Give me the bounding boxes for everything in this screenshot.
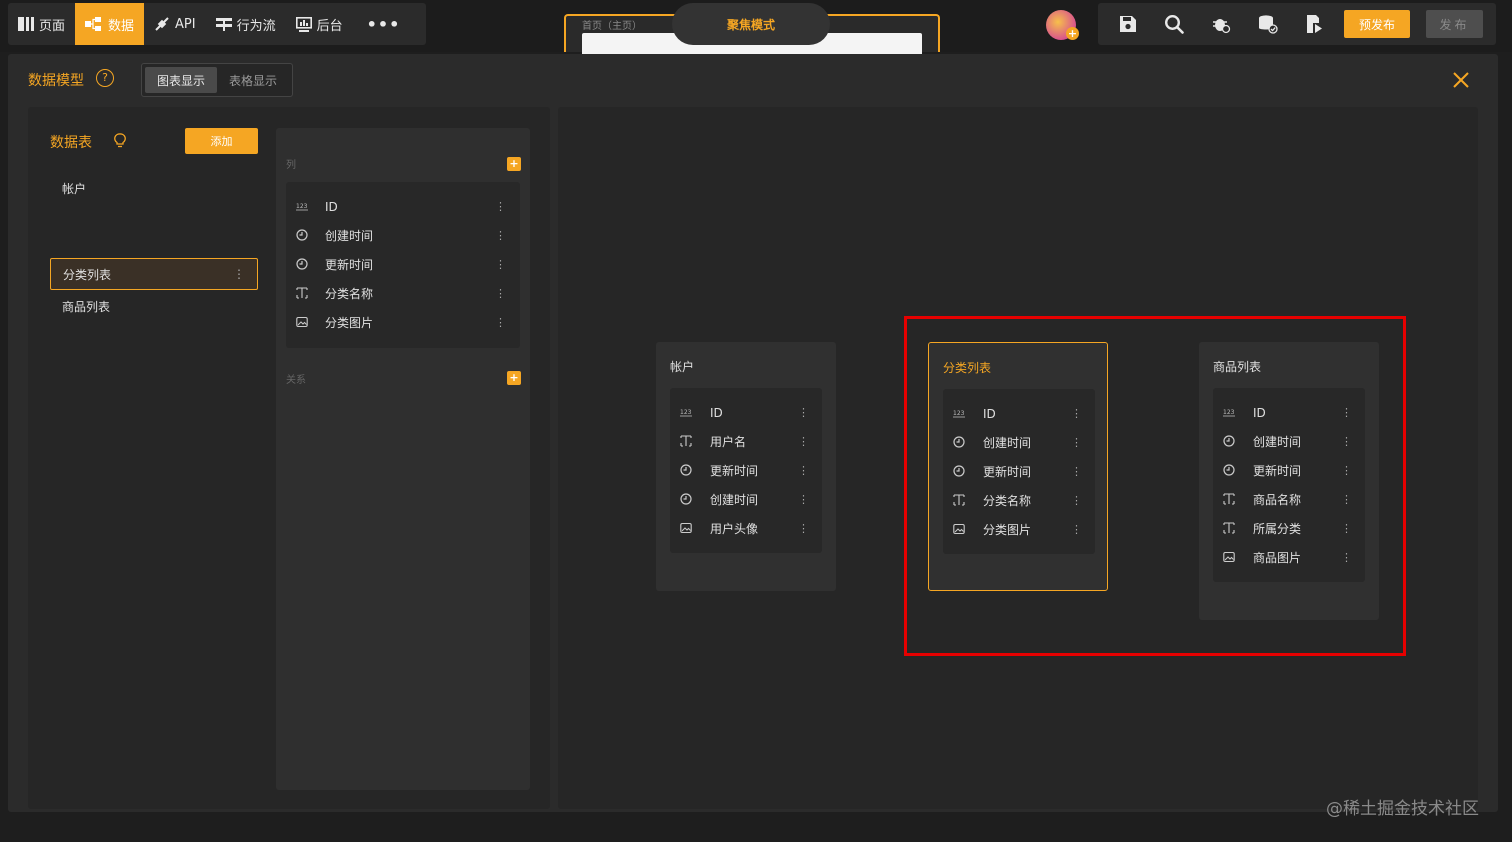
more-options-icon[interactable]: ⋮ <box>495 258 506 271</box>
save-icon[interactable] <box>1118 14 1138 34</box>
more-options-icon[interactable]: ⋮ <box>798 493 809 506</box>
debug-icon[interactable] <box>1211 14 1231 34</box>
table-item-category[interactable]: 分类列表 ⋮ <box>50 258 258 290</box>
text-type-icon <box>296 287 308 299</box>
flow-icon <box>215 18 232 31</box>
field-row[interactable]: 用户名 ⋮ <box>670 427 822 456</box>
field-label: 创建时间 <box>710 493 759 507</box>
svg-text:123: 123 <box>680 409 692 416</box>
time-type-icon <box>680 464 692 476</box>
image-type-icon <box>296 316 308 328</box>
more-options-icon[interactable]: ⋮ <box>495 316 506 329</box>
field-label: 创建时间 <box>325 229 374 243</box>
number-type-icon: 123 <box>680 406 692 418</box>
field-label: 更新时间 <box>710 464 759 478</box>
field-label: 更新时间 <box>325 258 374 272</box>
field-row[interactable]: 123 ID ⋮ <box>670 398 822 427</box>
tables-title: 数据表 <box>50 135 92 151</box>
watermark: @稀土掘金技术社区 <box>1326 799 1479 819</box>
table-item-label: 商品列表 <box>62 299 111 314</box>
more-options-icon[interactable]: ⋮ <box>798 522 809 535</box>
api-icon <box>155 17 169 31</box>
annotation-highlight-box <box>904 316 1406 656</box>
help-icon[interactable]: ? <box>96 69 114 87</box>
close-icon[interactable] <box>1451 70 1471 90</box>
text-type-icon <box>680 435 692 447</box>
page-icon <box>18 17 34 31</box>
nav-item-admin[interactable]: 后台 <box>286 3 353 45</box>
field-row[interactable]: 创建时间 ⋮ <box>286 221 520 250</box>
field-label: 用户头像 <box>710 522 759 536</box>
nav-item-api[interactable]: API <box>144 3 206 45</box>
search-icon[interactable] <box>1164 14 1184 34</box>
time-type-icon <box>296 229 308 241</box>
nav-item-flow[interactable]: 行为流 <box>206 3 286 45</box>
more-options-icon[interactable]: ⋮ <box>233 267 245 281</box>
relations-section-label: 关系 <box>286 375 306 386</box>
view-mode-toggle: 图表显示 表格显示 <box>141 63 293 97</box>
table-view-option[interactable]: 表格显示 <box>217 67 289 93</box>
focus-mode-button[interactable]: 聚焦模式 <box>672 3 830 45</box>
field-label: ID <box>710 405 723 420</box>
chart-view-option[interactable]: 图表显示 <box>145 67 217 93</box>
database-check-icon[interactable] <box>1258 14 1278 34</box>
data-icon <box>85 17 102 31</box>
add-collaborator-icon[interactable]: + <box>1066 27 1079 40</box>
field-row[interactable]: 更新时间 ⋮ <box>286 250 520 279</box>
more-options-icon[interactable]: ⋮ <box>495 229 506 242</box>
page-breadcrumb: 首页（主页） <box>582 21 642 32</box>
more-menu-button[interactable]: ••• <box>353 3 415 45</box>
table-item-label: 分类列表 <box>63 267 112 282</box>
nav-item-label: 数据 <box>108 18 135 34</box>
columns-section-label: 列 <box>286 160 296 171</box>
time-type-icon <box>680 493 692 505</box>
dialog-title: 数据模型 <box>28 73 84 89</box>
more-options-icon[interactable]: ⋮ <box>495 287 506 300</box>
table-item-account[interactable]: 帐户 <box>50 172 258 204</box>
more-options-icon[interactable]: ⋮ <box>798 464 809 477</box>
nav-item-label: 页面 <box>39 18 66 34</box>
field-label: ID <box>325 199 338 214</box>
field-label: 用户名 <box>710 435 747 449</box>
add-table-button[interactable]: 添加 <box>185 128 258 154</box>
lightbulb-icon[interactable] <box>114 133 126 148</box>
admin-icon <box>295 16 312 32</box>
field-label: 分类图片 <box>325 316 374 330</box>
field-row[interactable]: 更新时间 ⋮ <box>670 456 822 485</box>
column-list: 123 ID ⋮ 创建时间 ⋮ 更新时间 ⋮ 分类名称 ⋮ 分类图片 ⋮ <box>286 182 520 348</box>
entity-title: 帐户 <box>670 360 695 374</box>
tables-panel: 数据表 添加 帐户 分类列表 ⋮ 商品列表 列 + 123 ID ⋮ 创建时间 ⋮ 更新时… <box>28 107 550 809</box>
field-row[interactable]: 分类名称 ⋮ <box>286 279 520 308</box>
svg-text:123: 123 <box>296 203 308 210</box>
entity-field-list: 123 ID ⋮ 用户名 ⋮ 更新时间 ⋮ 创建时间 ⋮ 用户头像 ⋮ <box>670 388 822 553</box>
nav-item-label: API <box>175 16 196 32</box>
nav-item-page[interactable]: 页面 <box>8 3 75 45</box>
field-row[interactable]: 分类图片 ⋮ <box>286 308 520 337</box>
nav-item-label: 后台 <box>316 18 343 34</box>
preview-icon[interactable] <box>1304 14 1324 34</box>
number-type-icon: 123 <box>296 200 308 212</box>
field-row[interactable]: 创建时间 ⋮ <box>670 485 822 514</box>
more-options-icon[interactable]: ⋮ <box>495 200 506 213</box>
table-item-label: 帐户 <box>62 181 87 196</box>
main-nav: 页面 数据 API 行为流 后台 ••• <box>8 3 426 45</box>
columns-panel: 列 + 123 ID ⋮ 创建时间 ⋮ 更新时间 ⋮ 分类名称 ⋮ 分类图片 ⋮ 关系 + <box>276 128 530 790</box>
more-options-icon[interactable]: ⋮ <box>798 406 809 419</box>
prepublish-button[interactable]: 预发布 <box>1344 10 1410 38</box>
toolbar: 预发布 发布 <box>1098 3 1496 45</box>
table-item-product[interactable]: 商品列表 <box>50 290 258 322</box>
top-bar: 页面 数据 API 行为流 后台 ••• 首页（主页） 聚焦模式 + 预发布 发… <box>0 0 1512 54</box>
add-column-icon[interactable]: + <box>507 157 521 171</box>
nav-item-data[interactable]: 数据 <box>75 3 145 45</box>
entity-card-account[interactable]: 帐户 123 ID ⋮ 用户名 ⋮ 更新时间 ⋮ 创建时间 ⋮ 用户头像 ⋮ <box>656 342 836 591</box>
more-options-icon[interactable]: ⋮ <box>798 435 809 448</box>
field-label: 分类名称 <box>325 287 374 301</box>
field-row[interactable]: 用户头像 ⋮ <box>670 514 822 543</box>
publish-button[interactable]: 发布 <box>1426 10 1483 38</box>
time-type-icon <box>296 258 308 270</box>
add-relation-icon[interactable]: + <box>507 371 521 385</box>
nav-item-label: 行为流 <box>236 18 276 34</box>
image-type-icon <box>680 522 692 534</box>
field-row[interactable]: 123 ID ⋮ <box>286 192 520 221</box>
